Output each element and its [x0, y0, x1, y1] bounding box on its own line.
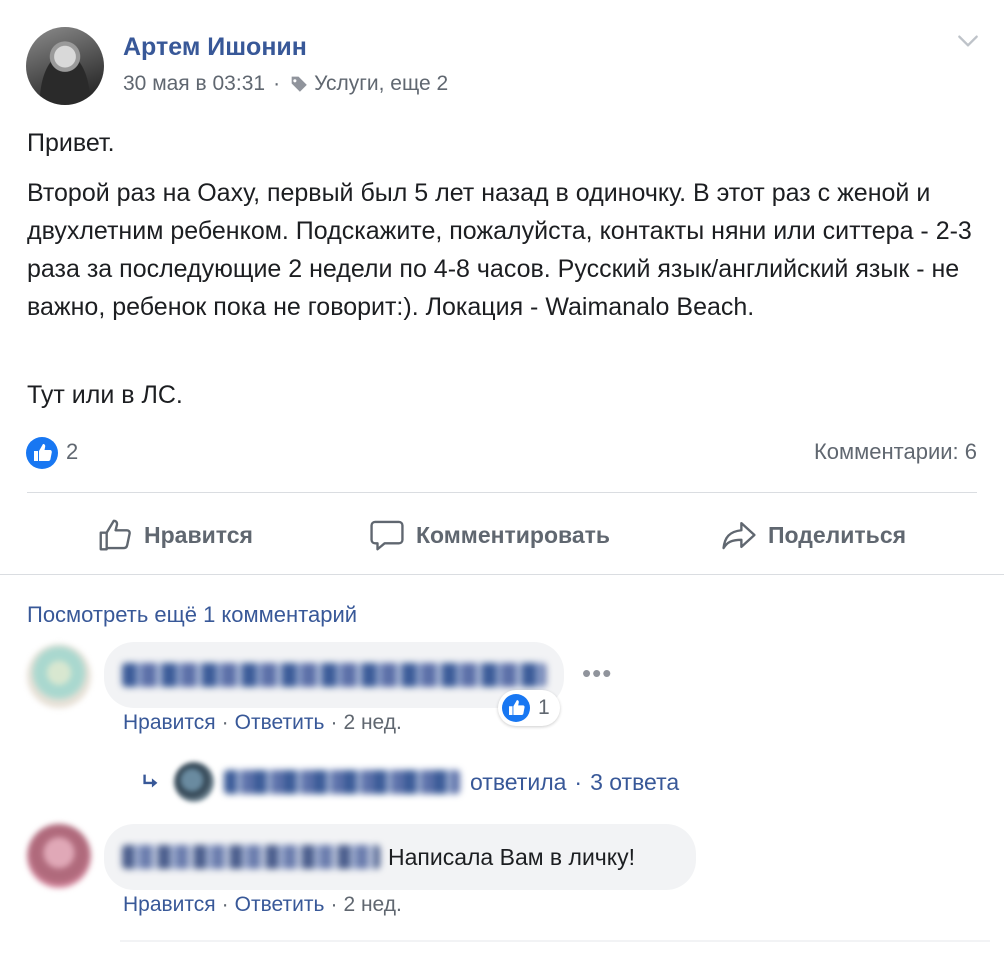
- comment-button-label: Комментировать: [416, 521, 611, 548]
- comment-time[interactable]: 2 нед.: [343, 893, 401, 916]
- share-button[interactable]: Поделиться: [720, 513, 906, 557]
- commenter-name-blurred[interactable]: [122, 845, 380, 869]
- post-text-body: Второй раз на Оаху, первый был 5 лет наз…: [27, 179, 972, 321]
- like-button-label: Нравится: [144, 521, 253, 548]
- comment-reactions[interactable]: 1: [498, 690, 560, 726]
- comment-text: Написала Вам в личку!: [388, 843, 636, 870]
- separator: ·: [330, 711, 338, 734]
- separator: ·: [221, 711, 229, 734]
- replier-name-blurred: [224, 770, 460, 794]
- post-text-closing: Тут или в ЛС.: [27, 381, 183, 409]
- like-badge-icon: [502, 694, 530, 722]
- separator: ·: [574, 768, 583, 795]
- commenter-avatar[interactable]: [27, 644, 91, 708]
- post-meta: 30 мая в 03:31 · Услуги, еще 2: [123, 72, 448, 96]
- comment-reply-link[interactable]: Ответить: [235, 711, 325, 734]
- commenter-name-blurred[interactable]: [122, 663, 546, 687]
- reply-arrow-icon: [143, 774, 158, 788]
- post-date[interactable]: 30 мая в 03:31: [123, 72, 265, 96]
- comments-count[interactable]: Комментарии: 6: [814, 439, 977, 465]
- share-icon: [722, 521, 756, 550]
- author-name[interactable]: Артем Ишонин: [123, 33, 307, 62]
- post-tags[interactable]: Услуги, еще 2: [314, 72, 448, 96]
- view-replies-link[interactable]: ответила · 3 ответа: [140, 762, 680, 802]
- comment-icon: [370, 520, 404, 551]
- commenter-avatar[interactable]: [27, 824, 91, 888]
- comment-reaction-count: 1: [538, 696, 550, 719]
- author-avatar[interactable]: [26, 27, 104, 105]
- comment-like-link[interactable]: Нравится: [123, 711, 216, 734]
- comment-reply-link[interactable]: Ответить: [235, 893, 325, 916]
- comment-actions: Нравится · Ответить · 2 нед.: [123, 893, 402, 917]
- divider: [0, 574, 1004, 575]
- separator: ·: [221, 893, 229, 916]
- comment-bubble: [104, 642, 564, 708]
- chevron-down-icon[interactable]: [955, 28, 981, 54]
- comment-bubble: Написала Вам в личку!: [104, 824, 696, 890]
- comment-options-button[interactable]: •••: [582, 660, 612, 686]
- comment-like-link[interactable]: Нравится: [123, 893, 216, 916]
- like-badge-icon[interactable]: [26, 437, 58, 469]
- comment-time[interactable]: 2 нед.: [343, 711, 401, 734]
- meta-separator: ·: [273, 72, 281, 95]
- replies-verb: ответила: [470, 768, 567, 795]
- divider: [120, 940, 990, 942]
- divider: [27, 492, 977, 493]
- comment-actions: Нравится · Ответить · 2 нед.: [123, 711, 402, 735]
- view-more-comments-link[interactable]: Посмотреть ещё 1 комментарий: [27, 602, 357, 628]
- like-button[interactable]: Нравится: [96, 513, 253, 557]
- thumbs-up-icon: [99, 519, 131, 551]
- comment-button[interactable]: Комментировать: [368, 513, 610, 557]
- like-count[interactable]: 2: [66, 439, 78, 465]
- tag-icon: [290, 76, 307, 92]
- post-text-greeting: Привет.: [27, 129, 115, 157]
- post-card: Артем Ишонин 30 мая в 03:31 · Услуги, ещ…: [0, 0, 1004, 966]
- share-button-label: Поделиться: [768, 521, 907, 548]
- separator: ·: [330, 893, 338, 916]
- replies-count: 3 ответа: [590, 768, 680, 795]
- replier-avatar: [174, 762, 214, 802]
